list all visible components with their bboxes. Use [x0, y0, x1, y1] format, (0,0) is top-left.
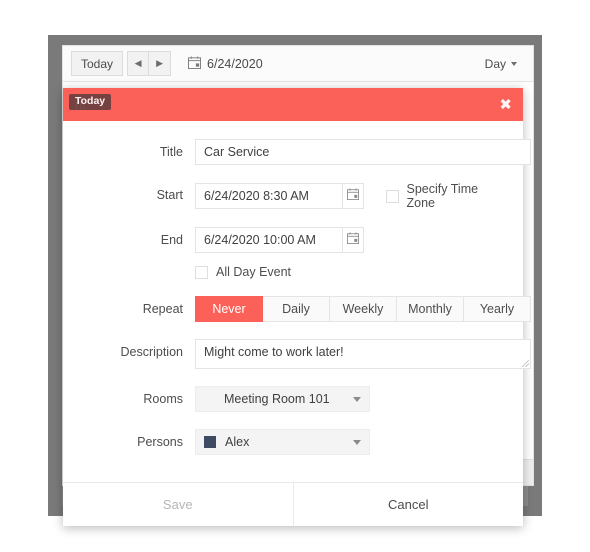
rooms-selected-value: Meeting Room 101 — [224, 392, 330, 406]
end-calendar-button[interactable] — [343, 227, 364, 253]
specify-timezone-label: Specify Time Zone — [406, 182, 479, 210]
repeat-label: Repeat — [142, 302, 183, 316]
start-datetime-input[interactable] — [195, 183, 343, 209]
event-editor-dialog: nt Today ✖ Title Start — [63, 88, 531, 526]
all-day-event-label: All Day Event — [216, 265, 292, 279]
title-row: Title — [79, 139, 531, 165]
rooms-label: Rooms — [143, 392, 183, 406]
end-row: End — [79, 227, 507, 253]
description-control — [195, 339, 531, 369]
toolbar-date-text: 6/24/2020 — [207, 56, 263, 71]
repeat-row: Repeat Never Daily Weekly Monthly Yearly — [79, 296, 531, 322]
repeat-button-group: Never Daily Weekly Monthly Yearly — [195, 296, 531, 322]
chevron-left-icon: ◀ — [134, 58, 142, 68]
today-tooltip: Today — [69, 94, 112, 110]
person-color-swatch — [204, 436, 216, 448]
chevron-right-icon: ▶ — [156, 58, 163, 68]
all-day-row: All Day Event — [79, 265, 507, 279]
rooms-row: Rooms Meeting Room 101 — [79, 386, 507, 412]
persons-control: Alex — [195, 429, 507, 455]
specify-timezone-checkbox[interactable]: Specify Time Zone — [385, 182, 507, 210]
start-row: Start 6/24/2020 8:30 AM Specify Time Zon… — [79, 182, 507, 210]
repeat-option-weekly[interactable]: Weekly — [330, 296, 397, 322]
scheduler-toolbar: Today ◀ ▶ 6/24/2020 Day — [62, 45, 534, 82]
chevron-down-icon — [511, 61, 517, 66]
title-label: Title — [159, 145, 183, 159]
dialog-body: Title Start — [63, 121, 531, 482]
calendar-icon — [346, 187, 359, 205]
start-datetime-group: Specify Time Zone — [195, 182, 507, 210]
start-label: Start — [156, 188, 183, 202]
all-day-control: All Day Event — [195, 265, 507, 279]
dialog-footer: Save Cancel — [63, 482, 523, 526]
end-control — [195, 227, 507, 253]
save-button[interactable]: Save — [63, 483, 294, 526]
description-textarea[interactable] — [195, 339, 531, 369]
title-input[interactable] — [195, 139, 531, 165]
prev-date-button[interactable]: ◀ — [127, 51, 150, 76]
chevron-down-icon — [353, 439, 361, 445]
view-selector[interactable]: Day — [476, 50, 525, 77]
persons-dropdown[interactable]: Alex — [195, 429, 370, 455]
rooms-control: Meeting Room 101 — [195, 386, 507, 412]
persons-label: Persons — [137, 435, 183, 449]
end-label: End — [160, 233, 183, 247]
end-datetime-group — [195, 227, 507, 253]
view-selector-label: Day — [484, 56, 506, 71]
today-button[interactable]: Today — [71, 51, 124, 76]
start-control: Specify Time Zone — [195, 182, 507, 210]
close-icon[interactable]: ✖ — [499, 97, 512, 112]
description-row: Description — [79, 339, 531, 369]
persons-row: Persons Alex — [79, 429, 507, 455]
rooms-dropdown[interactable]: Meeting Room 101 — [195, 386, 370, 412]
toolbar-date-display: 6/24/2020 — [188, 55, 263, 72]
description-label: Description — [120, 345, 183, 359]
repeat-option-never[interactable]: Never — [195, 296, 263, 322]
title-control — [195, 139, 531, 165]
calendar-icon — [347, 231, 359, 249]
chevron-down-icon — [353, 396, 361, 402]
all-day-event-checkbox[interactable]: All Day Event — [195, 265, 507, 279]
repeat-option-daily[interactable]: Daily — [263, 296, 330, 322]
checkbox-box — [195, 265, 208, 279]
repeat-option-monthly[interactable]: Monthly — [397, 296, 464, 322]
dialog-header: nt Today ✖ — [63, 88, 523, 121]
persons-selected-value: Alex — [225, 435, 250, 449]
next-date-button[interactable]: ▶ — [149, 51, 172, 76]
calendar-icon — [188, 55, 202, 72]
repeat-option-yearly[interactable]: Yearly — [464, 296, 531, 322]
cancel-button[interactable]: Cancel — [293, 483, 523, 526]
checkbox-box — [385, 189, 399, 203]
start-calendar-button[interactable] — [343, 183, 364, 209]
repeat-control: Never Daily Weekly Monthly Yearly — [195, 296, 531, 322]
end-datetime-input[interactable] — [195, 227, 343, 253]
